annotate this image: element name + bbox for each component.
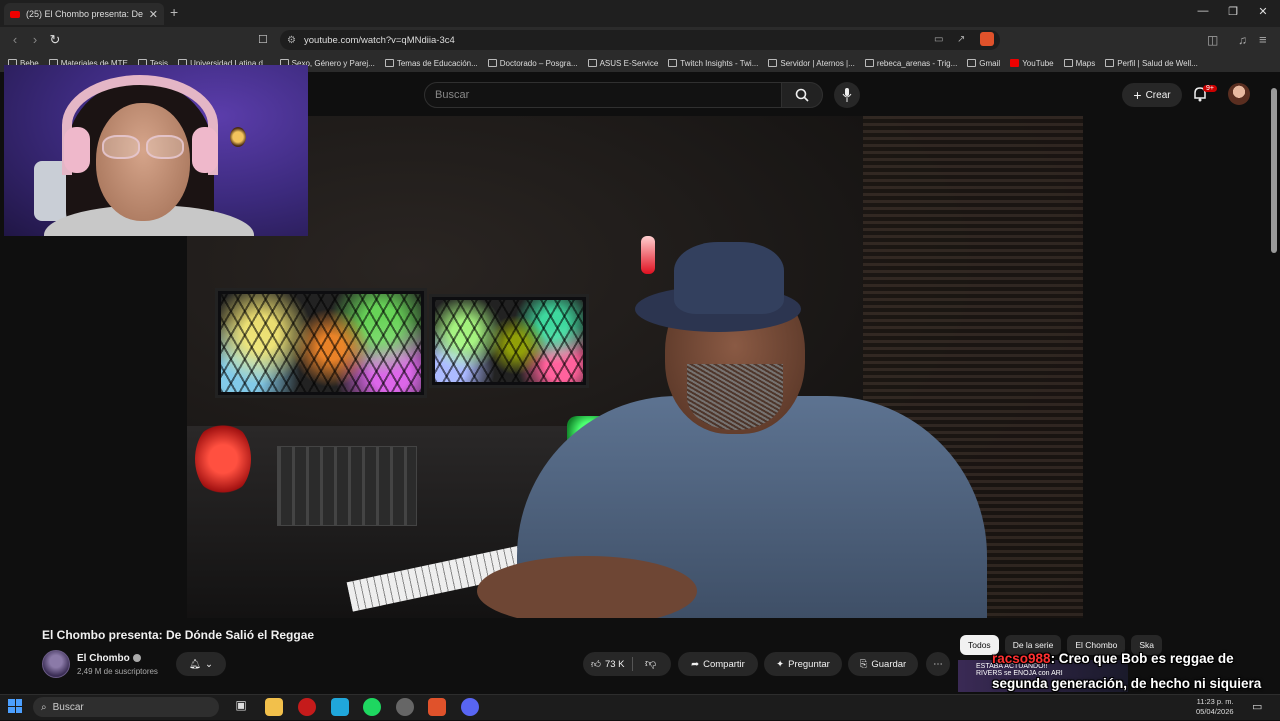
file-explorer-icon[interactable] xyxy=(265,698,283,716)
video-player[interactable] xyxy=(187,116,1083,618)
notification-badge: 9+ xyxy=(1203,85,1217,92)
plus-icon: + xyxy=(1133,87,1142,103)
gmail-icon xyxy=(967,59,977,67)
bell-icon: 🔔︎ xyxy=(188,658,202,670)
page-icon xyxy=(384,59,394,67)
webcam-overlay xyxy=(4,65,308,236)
maps-icon xyxy=(1063,59,1073,67)
back-button[interactable]: ‹ xyxy=(6,32,24,47)
address-bar[interactable]: youtube.com/watch?v=qMNdiia-3c4 xyxy=(280,30,1000,50)
more-actions-button[interactable]: ⋯ xyxy=(926,652,950,676)
red-figurine xyxy=(195,421,251,497)
spotify-icon[interactable] xyxy=(363,698,381,716)
forward-button[interactable]: › xyxy=(26,32,44,47)
page-icon xyxy=(864,59,874,67)
sidebar-icon[interactable]: ◫ xyxy=(1207,33,1218,47)
bookmark-icon[interactable]: ☐ xyxy=(258,33,268,46)
share-icon[interactable]: ↗ xyxy=(957,34,965,45)
bookmark-item[interactable]: Maps xyxy=(1063,59,1095,68)
close-tab-icon[interactable]: ✕ xyxy=(149,8,158,21)
bookmark-item[interactable]: Servidor | Aternos |... xyxy=(768,59,855,68)
taskbar-clock[interactable]: 11:23 p. m. 05/04/2026 xyxy=(1196,697,1234,717)
account-avatar[interactable] xyxy=(1228,83,1250,105)
brave-icon[interactable] xyxy=(428,698,446,716)
page-scrollbar[interactable] xyxy=(1271,88,1277,253)
tab-title: (25) El Chombo presenta: De Dónde xyxy=(26,9,143,19)
sparkle-icon: ✦ xyxy=(776,658,785,670)
ask-button[interactable]: ✦ Preguntar xyxy=(764,652,842,676)
brave-shield-icon[interactable] xyxy=(980,32,994,46)
save-button[interactable]: ⎘ Guardar xyxy=(848,652,918,676)
channel-avatar[interactable] xyxy=(42,650,70,678)
search-icon: ⌕ xyxy=(41,701,47,713)
page-icon xyxy=(668,59,678,67)
toy-figure xyxy=(230,127,246,147)
bookmark-item[interactable]: YouTube xyxy=(1010,59,1054,68)
chat-username: racso988 xyxy=(992,651,1051,666)
bookmark-item[interactable]: Temas de Educación... xyxy=(384,59,478,68)
subscription-bell-button[interactable]: 🔔︎ ⌄ xyxy=(176,652,226,676)
mixer xyxy=(277,446,417,526)
more-icon: ⋯ xyxy=(933,658,943,670)
voice-search-button[interactable] xyxy=(834,82,860,108)
microphone-icon xyxy=(842,88,852,102)
cast-icon[interactable]: ▭ xyxy=(934,34,943,45)
hat-crown xyxy=(674,242,784,314)
taskbar-search[interactable]: ⌕ Buscar xyxy=(33,697,219,717)
video-title: El Chombo presenta: De Dónde Salió el Re… xyxy=(42,628,315,642)
bookmark-item[interactable]: Gmail xyxy=(967,59,1000,68)
youtube-favicon-icon xyxy=(10,10,20,18)
menu-icon[interactable]: ≡ xyxy=(1259,32,1267,47)
chrome-icon[interactable] xyxy=(396,698,414,716)
bookmark-save-icon: ⎘ xyxy=(859,658,868,670)
thumbs-up-icon: 👍︎ xyxy=(591,659,601,670)
headphone-right xyxy=(192,127,218,173)
share-button[interactable]: ➦ Compartir xyxy=(678,652,758,676)
presenter-hands xyxy=(477,556,697,618)
share-arrow-icon: ➦ xyxy=(691,658,700,670)
bookmark-item[interactable]: Doctorado – Posgra... xyxy=(487,59,578,68)
folder-icon xyxy=(587,59,597,67)
channel-name[interactable]: El Chombo xyxy=(77,653,141,664)
page-icon xyxy=(768,59,778,67)
site-info-icon[interactable]: ⚙ xyxy=(287,35,296,46)
search-icon xyxy=(795,88,809,102)
windows-start-icon[interactable] xyxy=(8,699,22,713)
right-monitor xyxy=(429,294,589,388)
notification-center-icon[interactable]: ▭ xyxy=(1252,700,1262,713)
page-icon xyxy=(487,59,497,67)
url-text: youtube.com/watch?v=qMNdiia-3c4 xyxy=(304,34,455,46)
left-monitor xyxy=(215,288,427,398)
obs-icon[interactable] xyxy=(298,698,316,716)
subscriber-count: 2,49 M de suscriptores xyxy=(77,667,158,676)
bookmark-item[interactable]: Twitch Insights - Twi... xyxy=(668,59,758,68)
browser-tab-strip: (25) El Chombo presenta: De Dónde ✕ + — … xyxy=(0,0,1280,27)
youtube-icon xyxy=(1010,59,1020,67)
media-icon[interactable]: ♫ xyxy=(1238,33,1247,47)
bookmark-item[interactable]: Perfil | Salud de Well... xyxy=(1105,59,1198,68)
search-button[interactable] xyxy=(781,82,823,108)
task-view-icon[interactable]: ▣ xyxy=(232,698,250,716)
new-tab-button[interactable]: + xyxy=(170,4,178,20)
headphone-left xyxy=(64,127,90,173)
bookmark-item[interactable]: ASUS E-Service xyxy=(587,59,658,68)
search-input[interactable]: Buscar xyxy=(424,82,782,108)
page-icon xyxy=(1105,59,1115,67)
bookmark-item[interactable]: rebeca_arenas - Trig... xyxy=(864,59,957,68)
reload-button[interactable]: ↻ xyxy=(46,32,64,48)
browser-tab-active[interactable]: (25) El Chombo presenta: De Dónde ✕ xyxy=(4,3,164,25)
verified-icon xyxy=(132,654,141,663)
chevron-down-icon: ⌄ xyxy=(205,658,214,670)
app-icon[interactable] xyxy=(331,698,349,716)
discord-icon[interactable] xyxy=(461,698,479,716)
like-button[interactable]: 👍︎ 73 K xyxy=(583,652,671,676)
dislike-button[interactable]: 👎︎ xyxy=(645,657,656,670)
restore-window-button[interactable]: ❐ xyxy=(1218,5,1248,18)
presenter-beard xyxy=(687,364,783,430)
create-button[interactable]: + Crear xyxy=(1122,83,1182,107)
minimize-window-button[interactable]: — xyxy=(1188,5,1218,17)
lava-lamp xyxy=(641,236,655,274)
close-window-button[interactable]: ✕ xyxy=(1248,5,1278,18)
thumbs-down-icon: 👎︎ xyxy=(645,658,657,670)
